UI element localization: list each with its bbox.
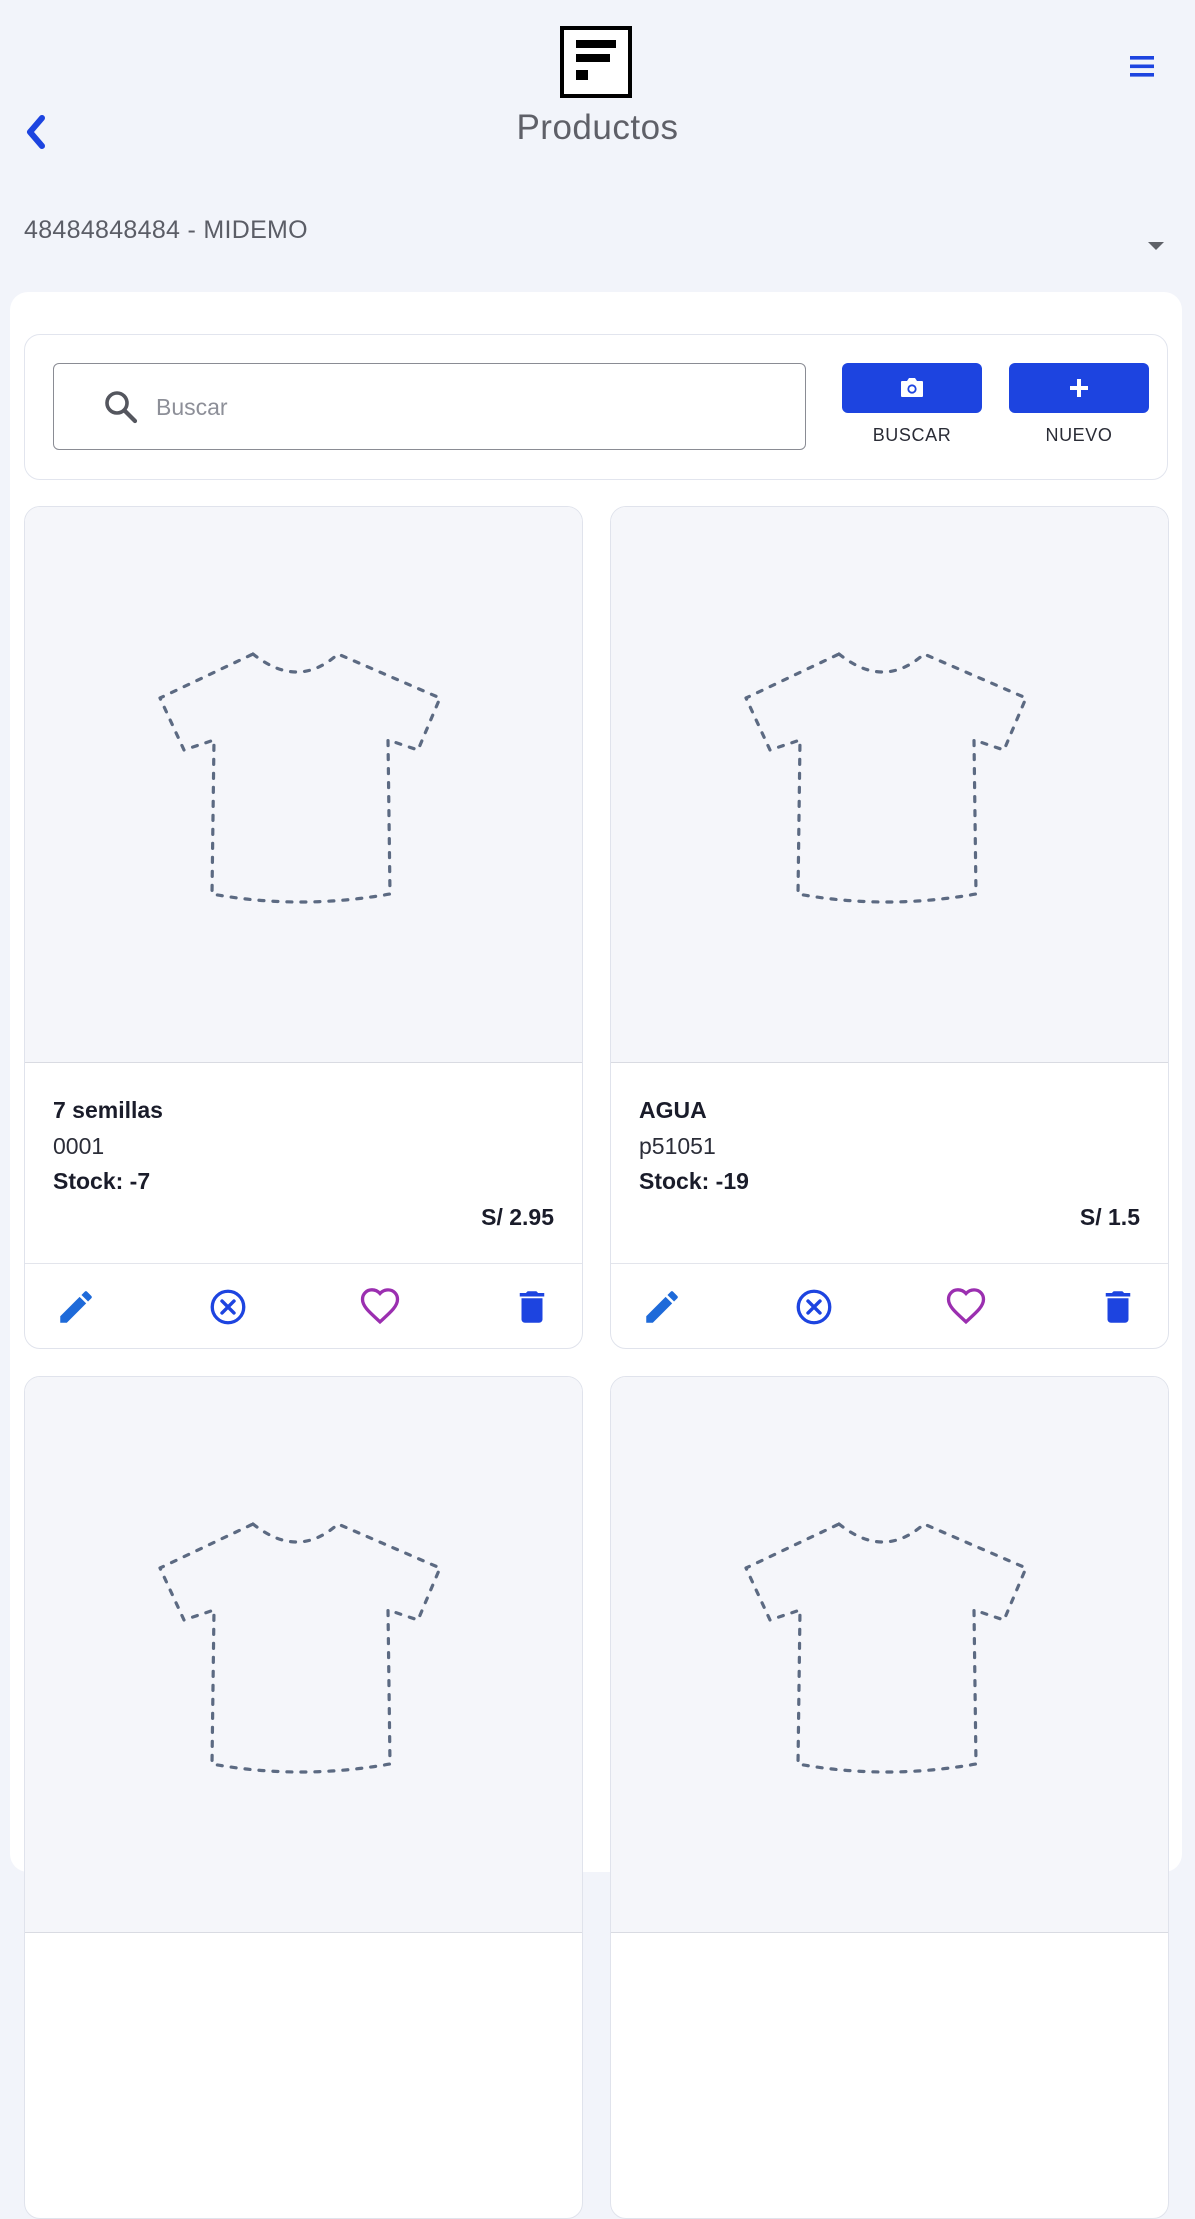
favorite-button[interactable] xyxy=(359,1286,401,1328)
product-code: 0001 xyxy=(53,1133,105,1159)
heart-outline-icon xyxy=(946,1288,986,1325)
scan-search-label: BUSCAR xyxy=(872,425,952,445)
deactivate-button[interactable] xyxy=(793,1286,835,1328)
dropdown-caret-icon xyxy=(1148,242,1164,250)
product-info: AGUA p51051 Stock: -19 S/ 1.5 xyxy=(611,1063,1168,1263)
company-select-value: 48484848484 - MIDEMO xyxy=(24,216,308,244)
plus-icon xyxy=(1070,379,1088,397)
product-actions xyxy=(25,1263,582,1348)
product-price: S/ 2.95 xyxy=(481,1204,554,1230)
product-image-placeholder xyxy=(25,1377,582,1933)
search-input[interactable] xyxy=(156,382,776,432)
product-card[interactable]: AGUA p51051 Stock: -19 S/ 1.5 xyxy=(610,506,1169,1349)
tshirt-placeholder-icon xyxy=(744,652,1028,904)
search-box[interactable] xyxy=(53,363,806,450)
product-card[interactable] xyxy=(24,1376,583,2219)
new-product-button[interactable] xyxy=(1009,363,1149,413)
hamburger-menu-icon xyxy=(1130,56,1154,77)
search-panel: BUSCAR NUEVO xyxy=(24,334,1168,480)
product-info: 7 semillas 0001 Stock: -7 S/ 2.95 xyxy=(25,1063,582,1263)
product-info xyxy=(25,1933,582,2133)
menu-button[interactable] xyxy=(1126,50,1160,84)
product-card[interactable] xyxy=(610,1376,1169,2219)
product-price: S/ 1.5 xyxy=(1079,1204,1140,1230)
edit-button[interactable] xyxy=(641,1286,683,1328)
page-title: Productos xyxy=(516,108,679,147)
scan-search-action: BUSCAR xyxy=(842,363,982,446)
product-image-placeholder xyxy=(611,1377,1168,1933)
favorite-button[interactable] xyxy=(945,1286,987,1328)
tshirt-placeholder-icon xyxy=(158,652,442,904)
product-stock: Stock: -19 xyxy=(639,1168,749,1194)
main-content: BUSCAR NUEVO 7 semillas 0001 Stock: -7 S… xyxy=(10,292,1182,2219)
product-name: AGUA xyxy=(639,1097,707,1123)
tshirt-placeholder-icon xyxy=(744,1522,1028,1774)
new-product-action: NUEVO xyxy=(1009,363,1149,446)
pencil-icon xyxy=(60,1291,92,1323)
product-actions xyxy=(611,1263,1168,1348)
product-card[interactable]: 7 semillas 0001 Stock: -7 S/ 2.95 xyxy=(24,506,583,1349)
product-name: 7 semillas xyxy=(53,1097,163,1123)
new-product-label: NUEVO xyxy=(1045,425,1113,445)
delete-button[interactable] xyxy=(1097,1286,1139,1328)
trash-icon xyxy=(519,1291,545,1323)
tshirt-placeholder-icon xyxy=(158,1522,442,1774)
app-header: Productos 48484848484 - MIDEMO xyxy=(0,0,1195,280)
deactivate-button[interactable] xyxy=(207,1286,249,1328)
cancel-circle-icon xyxy=(796,1289,832,1325)
cancel-circle-icon xyxy=(210,1289,246,1325)
product-code: p51051 xyxy=(639,1133,716,1159)
camera-icon xyxy=(901,378,923,397)
product-image-placeholder xyxy=(25,507,582,1063)
search-icon xyxy=(105,391,138,424)
edit-button[interactable] xyxy=(55,1286,97,1328)
product-image-placeholder xyxy=(611,507,1168,1063)
logo-icon xyxy=(560,26,632,98)
company-select[interactable]: 48484848484 - MIDEMO xyxy=(24,208,1174,258)
heart-outline-icon xyxy=(360,1288,400,1325)
camera-search-button[interactable] xyxy=(842,363,982,413)
trash-icon xyxy=(1105,1291,1131,1323)
product-info xyxy=(611,1933,1168,2133)
pencil-icon xyxy=(646,1291,678,1323)
product-stock: Stock: -7 xyxy=(53,1168,151,1194)
delete-button[interactable] xyxy=(511,1286,553,1328)
